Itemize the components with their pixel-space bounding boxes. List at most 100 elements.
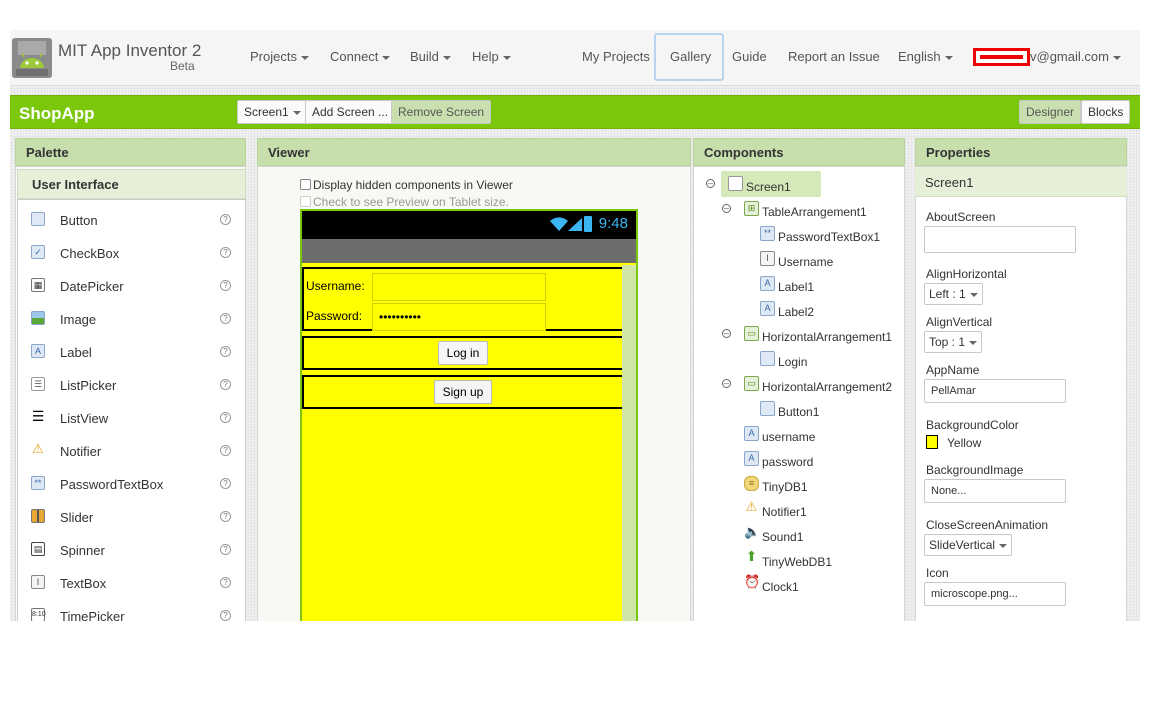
login-button[interactable]: Log in [438,341,488,365]
textbox-icon: I [31,575,45,589]
palette-item-checkbox[interactable]: ✓ CheckBox? [28,241,236,265]
link-gallery[interactable]: Gallery [670,49,711,64]
username-textbox[interactable] [372,273,546,301]
help-icon[interactable]: ? [220,544,231,555]
palette-header: Palette [15,138,246,166]
menu-account[interactable]: v@gmail.com [1030,49,1121,64]
battery-icon [584,216,592,232]
help-icon[interactable]: ? [220,445,231,456]
password-label[interactable]: Password: [306,309,362,323]
signup-button[interactable]: Sign up [434,380,492,404]
brand-title: MIT App Inventor 2 [58,41,202,60]
prop-alignhorizontal-select[interactable]: Left : 1 [924,283,983,305]
prop-appname-label: AppName [926,363,980,377]
chevron-down-icon [300,55,309,60]
brand-beta-label: Beta [170,59,195,73]
status-clock: 9:48 [598,215,628,232]
palette-item-label[interactable]: A Label? [28,340,236,364]
tablet-preview-checkbox[interactable] [300,196,311,207]
phone-scrollbar[interactable] [622,265,636,621]
collapse-icon[interactable]: – [722,204,731,213]
palette-item-slider[interactable]: Slider? [28,505,236,529]
prop-backgroundimage-input[interactable]: None... [924,479,1066,503]
menu-help[interactable]: Help [472,49,511,64]
menu-projects[interactable]: Projects [250,49,309,64]
help-icon[interactable]: ? [220,214,231,225]
prop-aboutscreen-label: AboutScreen [926,210,996,224]
help-icon[interactable]: ? [220,610,231,621]
help-icon[interactable]: ? [220,412,231,423]
palette-item-timepicker[interactable]: 8:10 TimePicker? [28,604,236,621]
menu-build[interactable]: Build [410,49,451,64]
prop-alignvertical-label: AlignVertical [926,315,993,329]
table-icon: ⊞ [744,201,759,216]
tablet-preview-toggle[interactable]: Check to see Preview on Tablet size. [300,195,509,209]
database-icon: ≡ [744,476,759,491]
menu-language[interactable]: English [898,49,953,64]
help-icon[interactable]: ? [220,247,231,258]
label-icon: A [744,451,759,466]
palette-item-notifier[interactable]: ⚠ Notifier? [28,439,236,463]
help-icon[interactable]: ? [220,379,231,390]
password-icon: ** [760,226,775,241]
palette-item-button[interactable]: Button? [28,208,236,232]
prop-alignvertical-select[interactable]: Top : 1 [924,331,983,353]
background-color-swatch[interactable] [926,435,938,449]
chevron-down-icon [999,543,1008,548]
palette-item-passwordtextbox[interactable]: ** PasswordTextBox? [28,472,236,496]
prop-backgroundcolor-value[interactable]: Yellow [947,436,981,450]
remove-screen-button[interactable]: Remove Screen [391,100,492,124]
chevron-down-icon [382,55,391,60]
horizontal-arrangement-icon: ▭ [744,326,759,341]
add-screen-button[interactable]: Add Screen ... [305,100,396,124]
hidden-components-checkbox[interactable] [300,179,311,190]
android-logo-icon[interactable] [12,38,52,78]
button-icon [760,401,775,416]
prop-closescreenanimation-label: CloseScreenAnimation [926,518,1049,532]
blocks-button[interactable]: Blocks [1081,100,1131,124]
palette-item-listpicker[interactable]: ☰ ListPicker? [28,373,236,397]
menu-connect[interactable]: Connect [330,49,391,64]
button-icon [31,212,45,226]
project-name: ShopApp [19,104,95,123]
prop-closescreenanimation-select[interactable]: SlideVertical [924,534,1013,556]
calendar-icon: ▦ [31,278,45,292]
help-icon[interactable]: ? [220,313,231,324]
alarm-clock-icon: ⏰ [744,574,761,589]
prop-icon-input[interactable]: microscope.png... [924,582,1066,606]
prop-appname-input[interactable]: PellAmar [924,379,1066,403]
help-icon[interactable]: ? [220,280,231,291]
palette-item-listview[interactable]: ☰ ListView? [28,406,236,430]
chevron-down-icon [944,55,953,60]
label-icon: A [760,301,775,316]
username-label[interactable]: Username: [306,279,365,293]
collapse-icon[interactable]: – [722,379,731,388]
collapse-icon[interactable]: – [722,329,731,338]
palette-item-spinner[interactable]: ▤ Spinner? [28,538,236,562]
help-icon[interactable]: ? [220,478,231,489]
upload-icon: ⬆ [745,548,758,564]
label-icon: A [31,344,45,358]
palette-section-user-interface[interactable]: User Interface [17,169,246,199]
prop-aboutscreen-textarea[interactable] [924,226,1076,253]
password-icon: ** [31,476,45,490]
link-report-issue[interactable]: Report an Issue [788,49,880,64]
help-icon[interactable]: ? [220,346,231,357]
palette-item-image[interactable]: Image? [28,307,236,331]
designer-button[interactable]: Designer [1019,100,1082,124]
spinner-icon: ▤ [31,542,45,556]
chevron-down-icon [969,292,978,297]
hidden-components-toggle[interactable]: Display hidden components in Viewer [300,178,513,192]
screen-select-button[interactable]: Screen1 [237,100,308,124]
button-icon [760,351,775,366]
link-my-projects[interactable]: My Projects [582,49,650,64]
slider-icon [31,509,45,523]
palette-item-textbox[interactable]: I TextBox? [28,571,236,595]
collapse-icon[interactable]: – [706,179,715,188]
palette-item-datepicker[interactable]: ▦ DatePicker? [28,274,236,298]
password-textbox[interactable]: •••••••••• [372,303,546,331]
help-icon[interactable]: ? [220,577,231,588]
help-icon[interactable]: ? [220,511,231,522]
redacted-email-box [973,48,1030,66]
link-guide[interactable]: Guide [732,49,767,64]
